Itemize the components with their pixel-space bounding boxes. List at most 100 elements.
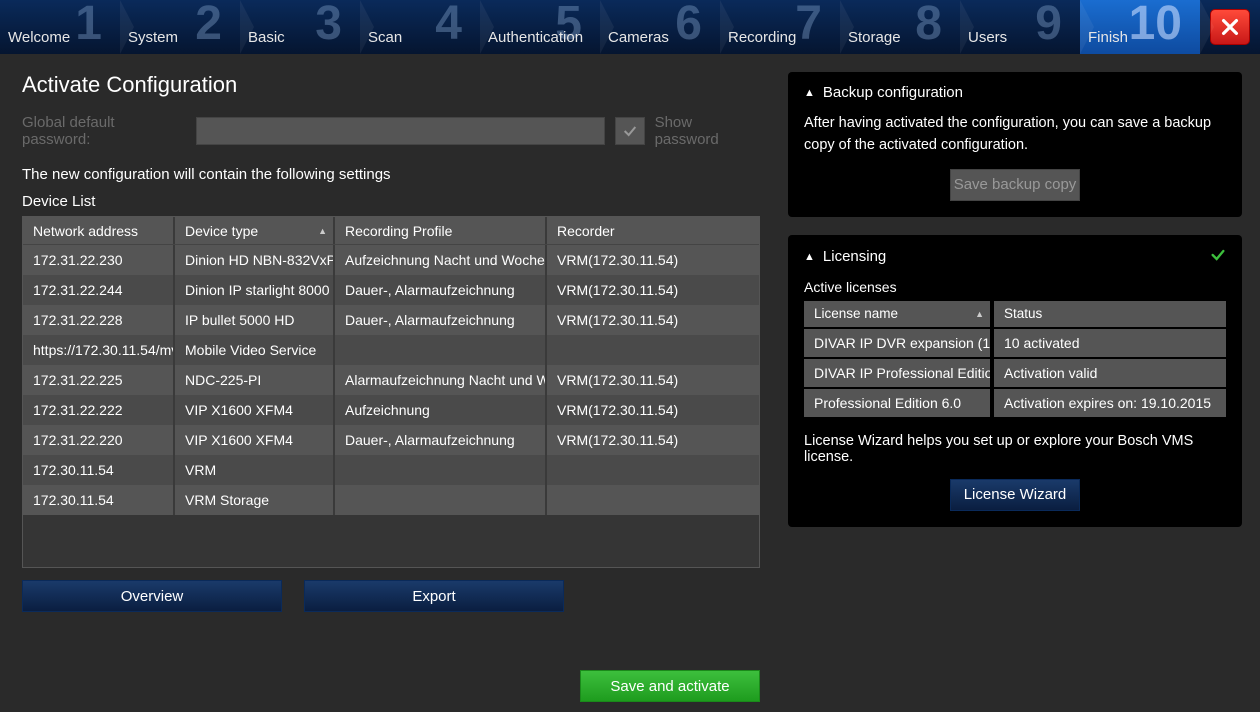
wizard-step-basic[interactable]: 3 Basic [240,0,360,54]
cell-network-address: 172.31.22.244 [23,275,175,305]
col-recording-profile[interactable]: Recording Profile [335,217,547,244]
backup-panel: ▲ Backup configuration After having acti… [788,72,1242,217]
save-backup-button[interactable]: Save backup copy [950,169,1080,201]
step-label: Storage [848,29,901,46]
cell-recorder: VRM(172.30.11.54) [547,305,727,335]
step-number: 7 [795,0,822,51]
chevron-up-icon: ▲ [804,87,815,99]
cell-license-status: 10 activated [994,329,1226,357]
cell-recorder: VRM(172.30.11.54) [547,395,727,425]
cell-recording-profile: Aufzeichnung [335,395,547,425]
export-button[interactable]: Export [304,580,564,612]
table-row[interactable]: DIVAR IP DVR expansion (1)10 activated [804,327,1226,357]
table-row[interactable]: 172.31.22.228IP bullet 5000 HDDauer-, Al… [23,305,759,335]
license-wizard-button[interactable]: License Wizard [950,479,1080,511]
password-input[interactable] [196,117,604,145]
cell-recorder [547,485,727,515]
step-number: 2 [195,0,222,51]
overview-button[interactable]: Overview [22,580,282,612]
backup-panel-title: Backup configuration [823,84,963,101]
step-label: Recording [728,29,796,46]
cell-device-type: NDC-225-PI [175,365,335,395]
wizard-step-users[interactable]: 9 Users [960,0,1080,54]
cell-network-address: 172.31.22.228 [23,305,175,335]
show-password-label[interactable]: Show password [655,114,760,148]
cell-network-address: https://172.30.11.54/mvs [23,335,175,365]
wizard-step-cameras[interactable]: 6 Cameras [600,0,720,54]
step-label: Welcome [8,29,70,46]
cell-network-address: 172.31.22.230 [23,245,175,275]
cell-device-type: Dinion HD NBN-832VxP [175,245,335,275]
step-label: Cameras [608,29,669,46]
step-label: Finish [1088,29,1128,46]
table-row[interactable]: 172.31.22.220VIP X1600 XFM4Dauer-, Alarm… [23,425,759,455]
licensing-panel-header[interactable]: ▲ Licensing [804,247,1226,267]
table-row[interactable]: 172.31.22.225NDC-225-PIAlarmaufzeichnung… [23,365,759,395]
step-number: 1 [75,0,102,51]
right-pane: ▲ Backup configuration After having acti… [780,54,1260,712]
cell-recorder: VRM(172.30.11.54) [547,365,727,395]
check-icon [622,123,638,139]
password-label: Global default password: [22,114,186,148]
col-license-status[interactable]: Status [994,301,1226,327]
table-row[interactable]: https://172.30.11.54/mvsMobile Video Ser… [23,335,759,365]
cell-network-address: 172.31.22.220 [23,425,175,455]
save-activate-button[interactable]: Save and activate [580,670,760,702]
cell-recording-profile: Dauer-, Alarmaufzeichnung [335,425,547,455]
cell-recording-profile: Dauer-, Alarmaufzeichnung [335,305,547,335]
step-number: 4 [435,0,462,51]
check-ok-icon [1210,247,1226,267]
cell-recording-profile: Alarmaufzeichnung Nacht und Wochenende [335,365,547,395]
cell-license-name: DIVAR IP Professional Edition [804,359,994,387]
device-table: Network address Device type▲ Recording P… [22,216,760,568]
backup-panel-header[interactable]: ▲ Backup configuration [804,84,1226,101]
step-number: 6 [675,0,702,51]
step-label: Basic [248,29,285,46]
table-row[interactable]: 172.31.22.222VIP X1600 XFM4AufzeichnungV… [23,395,759,425]
license-table: License name▲ Status DIVAR IP DVR expans… [804,301,1226,417]
table-row[interactable]: DIVAR IP Professional EditionActivation … [804,357,1226,387]
cell-license-name: DIVAR IP DVR expansion (1) [804,329,994,357]
wizard-step-storage[interactable]: 8Storage [840,0,960,54]
col-license-name[interactable]: License name▲ [804,301,994,327]
cell-license-status: Activation expires on: 19.10.2015 [994,389,1226,417]
step-label: Users [968,29,1007,46]
cell-device-type: Mobile Video Service [175,335,335,365]
col-recorder[interactable]: Recorder [547,217,727,244]
page-title: Activate Configuration [22,72,760,98]
table-row[interactable]: 172.31.22.244Dinion IP starlight 8000 MP… [23,275,759,305]
cell-recording-profile: Aufzeichnung Nacht und Wochenende [335,245,547,275]
wizard-step-recording[interactable]: 7Recording [720,0,840,54]
col-network-address[interactable]: Network address [23,217,175,244]
password-confirm-button[interactable] [615,117,645,145]
close-icon [1219,16,1241,38]
wizard-step-authentication[interactable]: 5Authentication [480,0,600,54]
table-row[interactable]: 172.30.11.54VRM Storage [23,485,759,515]
cell-license-name: Professional Edition 6.0 [804,389,994,417]
table-row[interactable]: Professional Edition 6.0Activation expir… [804,387,1226,417]
sort-asc-icon: ▲ [318,226,327,236]
table-row[interactable]: 172.30.11.54VRM [23,455,759,485]
license-table-body: DIVAR IP DVR expansion (1)10 activatedDI… [804,327,1226,417]
licensing-panel: ▲ Licensing Active licenses License name… [788,235,1242,527]
close-button[interactable] [1210,9,1250,45]
cell-recording-profile: Dauer-, Alarmaufzeichnung [335,275,547,305]
table-row[interactable]: 172.31.22.230Dinion HD NBN-832VxPAufzeic… [23,245,759,275]
step-number: 9 [1035,0,1062,51]
password-row: Global default password: Show password [22,114,760,148]
cell-network-address: 172.31.22.225 [23,365,175,395]
step-number: 10 [1129,0,1182,51]
wizard-step-system[interactable]: 2System [120,0,240,54]
cell-network-address: 172.30.11.54 [23,485,175,515]
col-device-type[interactable]: Device type▲ [175,217,335,244]
license-help-text: License Wizard helps you set up or explo… [804,433,1226,465]
wizard-step-welcome[interactable]: 1 Welcome [0,0,120,54]
backup-panel-text: After having activated the configuration… [804,113,1226,157]
step-number: 3 [315,0,342,51]
wizard-step-finish[interactable]: 10Finish [1080,0,1200,54]
cell-network-address: 172.30.11.54 [23,455,175,485]
step-label: Scan [368,29,402,46]
cell-recording-profile [335,455,547,485]
wizard-step-scan[interactable]: 4 Scan [360,0,480,54]
active-licenses-label: Active licenses [804,279,1226,295]
